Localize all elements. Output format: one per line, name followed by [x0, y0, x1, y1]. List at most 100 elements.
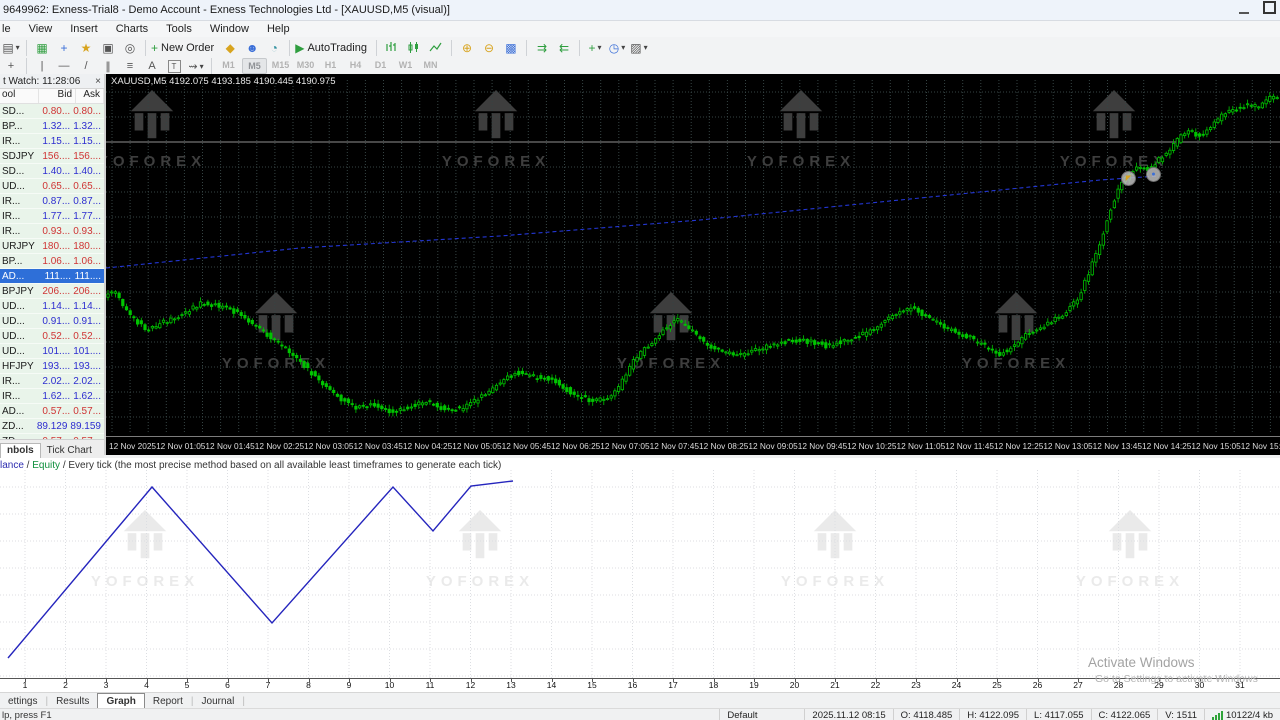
timeframe-m5[interactable]: M5 — [242, 58, 267, 74]
menu-item-insert[interactable]: Insert — [61, 23, 107, 35]
menu-bar: le View Insert Charts Tools Window Help — [0, 21, 1280, 37]
channel-button[interactable]: ∥ — [98, 59, 118, 73]
periods-button[interactable]: ◷ ▾ — [607, 39, 627, 57]
indicators-button[interactable]: + ▾ — [585, 39, 605, 57]
new-chart-button[interactable]: ▦ — [32, 39, 52, 57]
market-watch-row[interactable]: SD... 0.80... 0.80... — [0, 104, 104, 119]
trade-close-marker[interactable]: ● — [1146, 167, 1161, 182]
line-chart-button[interactable] — [426, 39, 446, 57]
timeframe-m1[interactable]: M1 — [217, 58, 240, 72]
market-watch-row[interactable]: AD... 0.57... 0.57... — [0, 404, 104, 419]
shapes-button[interactable]: ⇝ ▾ — [186, 59, 206, 73]
tile-windows-button[interactable]: ▩ — [501, 39, 521, 57]
crosshair-button[interactable]: + — [54, 39, 74, 57]
market-watch-row[interactable]: BPJPY 206.... 206.... — [0, 284, 104, 299]
timeframe-mn[interactable]: MN — [419, 58, 442, 72]
market-watch-row[interactable]: BP... 1.06... 1.06... — [0, 254, 104, 269]
text-label-button[interactable]: T — [164, 59, 184, 73]
ask-cell: 0.93... — [73, 225, 101, 237]
maximize-button[interactable] — [1263, 1, 1276, 19]
market-watch-row[interactable]: AD... 111.... 111.... — [0, 269, 104, 284]
close-icon[interactable]: × — [95, 76, 101, 87]
autotrading-button[interactable]: ▶ AutoTrading — [295, 39, 371, 57]
symbol-cell: UD... — [2, 330, 25, 342]
market-watch-row[interactable]: ZD... 89.129 89.159 — [0, 419, 104, 434]
print-button[interactable]: ▤ ▾ — [1, 39, 21, 57]
menu-item-le[interactable]: le — [0, 23, 20, 35]
market-watch-row[interactable]: IR... 0.87... 0.87... — [0, 194, 104, 209]
timeframe-w1[interactable]: W1 — [394, 58, 417, 72]
horizontal-line-button[interactable]: — — [54, 59, 74, 73]
market-watch-row[interactable]: SDJPY 156.... 156.... — [0, 149, 104, 164]
axis-tick-label: 27 — [1073, 680, 1083, 690]
timeframe-m15[interactable]: M15 — [269, 58, 292, 72]
axis-tick-label: 9 — [346, 680, 352, 690]
templates-button[interactable]: ▨ ▾ — [629, 39, 649, 57]
fibonacci-button[interactable]: ≡ — [120, 59, 140, 73]
tester-tab-journal[interactable]: Journal — [194, 694, 243, 709]
market-watch-row[interactable]: IR... 1.62... 1.62... — [0, 389, 104, 404]
market-watch-row[interactable]: UD... 0.65... 0.65... — [0, 179, 104, 194]
minimize-button[interactable] — [1239, 1, 1249, 19]
menu-item-charts[interactable]: Charts — [107, 23, 157, 35]
market-watch-row[interactable]: URJPY 180.... 180.... — [0, 239, 104, 254]
candles-chart-button[interactable] — [404, 39, 424, 57]
bar-chart-button[interactable] — [382, 39, 402, 57]
autoscroll-button[interactable]: ⇉ — [532, 39, 552, 57]
market-watch-tab-tick-chart[interactable]: Tick Chart — [41, 444, 98, 458]
text-button[interactable]: A — [142, 59, 162, 73]
tester-tab-ettings[interactable]: ettings — [0, 694, 45, 709]
price-chart[interactable]: YOFOREX YOFOREX YOFOREX YOFOREX YOFOREX YOFOR… — [106, 74, 1280, 455]
news-button[interactable]: ◔ — [264, 39, 284, 57]
menu-item-help[interactable]: Help — [258, 23, 299, 35]
market-watch-row[interactable]: SD... 1.40... 1.40... — [0, 164, 104, 179]
time-axis-label: 12 Nov 08:25 — [699, 441, 749, 451]
window-layout-button[interactable]: ▣ — [98, 39, 118, 57]
status-profile[interactable]: Default — [719, 709, 804, 720]
styler-button[interactable]: ◆ — [220, 39, 240, 57]
column-ask[interactable]: Ask — [76, 89, 104, 103]
market-watch-row[interactable]: ZD...0.57...0.57... — [0, 434, 104, 439]
tester-tab-report[interactable]: Report — [145, 694, 191, 709]
chart-shift-button[interactable]: ⇇ — [554, 39, 574, 57]
timeframe-m30[interactable]: M30 — [294, 58, 317, 72]
market-watch-row[interactable]: IR... 1.77... 1.77... — [0, 209, 104, 224]
profile-button[interactable]: ☻ — [242, 39, 262, 57]
market-watch-tab-nbols[interactable]: nbols — [0, 443, 41, 458]
vertical-line-button[interactable]: | — [32, 59, 52, 73]
market-watch-row[interactable]: UD... 0.52... 0.52... — [0, 329, 104, 344]
timeframe-d1[interactable]: D1 — [369, 58, 392, 72]
trade-buy-marker[interactable]: ◤ — [1121, 171, 1136, 186]
market-watch-row[interactable]: BP... 1.32... 1.32... — [0, 119, 104, 134]
tester-tab-graph[interactable]: Graph — [97, 693, 145, 709]
timeframe-h4[interactable]: H4 — [344, 58, 367, 72]
axis-tick-label: 21 — [830, 680, 840, 690]
market-watch-row[interactable]: IR... 1.15... 1.15... — [0, 134, 104, 149]
favorites-button[interactable]: ★ — [76, 39, 96, 57]
menu-item-tools[interactable]: Tools — [157, 23, 201, 35]
market-watch-row[interactable]: UD... 101.... 101.... — [0, 344, 104, 359]
cursor-crosshair-button[interactable]: + — [1, 59, 21, 73]
globe-icon: ◔ — [270, 40, 278, 55]
axis-tick-label: 19 — [749, 680, 759, 690]
menu-item-window[interactable]: Window — [201, 23, 258, 35]
trendline-button[interactable]: / — [76, 59, 96, 73]
time-axis[interactable]: 12 Nov 2025 12 Nov 01:05 12 Nov 01:45 12 No… — [106, 436, 1280, 455]
timeframe-h1[interactable]: H1 — [319, 58, 342, 72]
market-watch-row[interactable]: HFJPY 193.... 193.... — [0, 359, 104, 374]
market-watch-row[interactable]: UD... 1.14... 1.14... — [0, 299, 104, 314]
search-button[interactable]: ◎ — [120, 39, 140, 57]
status-bar: lp, press F1 Default 2025.11.12 08:15 O: 4… — [0, 708, 1280, 720]
market-watch-row[interactable]: UD... 0.91... 0.91... — [0, 314, 104, 329]
new-order-button[interactable]: + New Order — [151, 39, 218, 57]
zoom-in-button[interactable]: ⊕ — [457, 39, 477, 57]
market-watch-row[interactable]: IR... 0.93... 0.93... — [0, 224, 104, 239]
ask-cell: 1.40... — [73, 165, 101, 177]
column-bid[interactable]: Bid — [39, 89, 76, 103]
menu-item-view[interactable]: View — [20, 23, 62, 35]
column-symbol[interactable]: ool — [0, 89, 39, 103]
zoom-out-button[interactable]: ⊖ — [479, 39, 499, 57]
market-watch-row[interactable]: IR... 2.02... 2.02... — [0, 374, 104, 389]
ask-cell: 206.... — [73, 285, 101, 297]
tester-tab-results[interactable]: Results — [48, 694, 97, 709]
